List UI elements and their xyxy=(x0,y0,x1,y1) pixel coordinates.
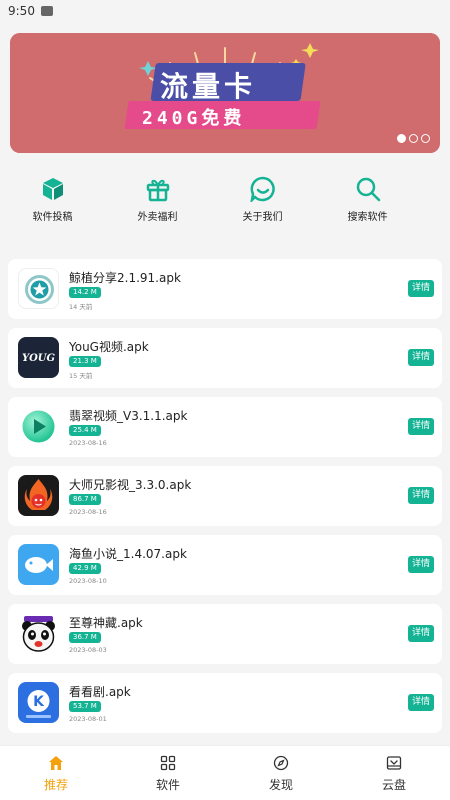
details-button[interactable]: 详情 xyxy=(408,487,434,504)
notification-icon xyxy=(40,6,53,16)
size-badge: 14.2 M xyxy=(69,287,101,298)
list-item[interactable]: 大师兄影视_3.3.0.apk 86.7 M 2023-08-16 详情 xyxy=(8,466,442,526)
banner-dot[interactable] xyxy=(409,134,418,143)
home-icon xyxy=(49,755,63,770)
details-button[interactable]: 详情 xyxy=(408,694,434,711)
status-bar: 9:50 xyxy=(0,0,450,22)
app-name: 看看剧.apk xyxy=(69,685,131,699)
quick-nav-submit[interactable]: 软件投稿 xyxy=(0,176,105,223)
size-badge: 21.3 M xyxy=(69,356,101,367)
tab-label: 发现 xyxy=(268,777,293,792)
tab-label: 云盘 xyxy=(381,777,406,792)
youg-logo-icon: YOUG xyxy=(18,337,59,378)
tab-discover[interactable]: 发现 xyxy=(225,746,337,800)
cloud-drive-icon xyxy=(386,755,402,770)
app-date: 14 天前 xyxy=(69,303,93,311)
svg-text:YOUG: YOUG xyxy=(22,353,56,364)
panda-icon xyxy=(18,613,59,654)
quick-nav-label: 软件投稿 xyxy=(32,212,73,223)
list-item[interactable]: 海鱼小说_1.4.07.apk 42.9 M 2023-08-10 详情 xyxy=(8,535,442,595)
cube-icon xyxy=(42,178,63,200)
list-item[interactable]: 至尊神藏.apk 36.7 M 2023-08-03 详情 xyxy=(8,604,442,664)
tab-label: 软件 xyxy=(155,777,180,792)
app-name: YouG视频.apk xyxy=(69,340,149,354)
app-date: 2023-08-16 xyxy=(69,508,107,516)
app-name: 至尊神藏.apk xyxy=(69,616,143,630)
size-badge: 42.9 M xyxy=(69,563,101,574)
quick-nav-label: 外卖福利 xyxy=(137,212,178,223)
fish-icon xyxy=(18,544,59,585)
app-name: 翡翠视频_V3.1.1.apk xyxy=(69,409,188,423)
details-button[interactable]: 详情 xyxy=(408,349,434,366)
bottom-tab-bar: 推荐 软件 发现 云盘 xyxy=(0,745,450,800)
app-date: 2023-08-16 xyxy=(69,439,107,447)
details-button[interactable]: 详情 xyxy=(408,556,434,573)
app-name: 海鱼小说_1.4.07.apk xyxy=(69,547,187,561)
details-button[interactable]: 详情 xyxy=(408,625,434,642)
app-date: 2023-08-10 xyxy=(69,577,107,585)
details-button[interactable]: 详情 xyxy=(408,280,434,297)
play-ball-icon xyxy=(18,406,59,447)
k-logo-icon: K xyxy=(18,682,59,723)
app-date: 15 天前 xyxy=(69,372,93,380)
quick-nav-takeout[interactable]: 外卖福利 xyxy=(105,176,210,223)
banner-subtitle: 240G免费 xyxy=(142,108,246,129)
tab-label: 推荐 xyxy=(43,777,68,792)
list-item[interactable]: 翡翠视频_V3.1.1.apk 25.4 M 2023-08-16 详情 xyxy=(8,397,442,457)
list-item[interactable]: 鲸植分享2.1.91.apk 14.2 M 14 天前 详情 xyxy=(8,259,442,319)
banner-dot[interactable] xyxy=(421,134,430,143)
quick-nav-about[interactable]: 关于我们 xyxy=(210,176,315,223)
size-badge: 25.4 M xyxy=(69,425,101,436)
status-time: 9:50 xyxy=(8,4,35,18)
banner-title: 流量卡 xyxy=(160,70,257,103)
quick-nav-search[interactable]: 搜索软件 xyxy=(315,176,420,223)
size-badge: 36.7 M xyxy=(69,632,101,643)
search-icon xyxy=(356,177,380,202)
promo-banner[interactable]: 流量卡 240G免费 xyxy=(10,33,440,153)
gift-icon xyxy=(146,179,169,202)
app-date: 2023-08-01 xyxy=(69,715,107,723)
banner-dot[interactable] xyxy=(397,134,406,143)
chat-smile-icon xyxy=(249,176,275,202)
svg-text:K: K xyxy=(33,694,45,710)
size-badge: 86.7 M xyxy=(69,494,101,505)
quick-nav: 软件投稿 外卖福利 关于我们 搜索软件 xyxy=(0,176,450,236)
list-item[interactable]: YOUG YouG视频.apk 21.3 M 15 天前 详情 xyxy=(8,328,442,388)
star-circle-icon xyxy=(18,268,59,309)
details-button[interactable]: 详情 xyxy=(408,418,434,435)
app-name: 大师兄影视_3.3.0.apk xyxy=(69,478,192,492)
size-badge: 53.7 M xyxy=(69,701,101,712)
app-date: 2023-08-03 xyxy=(69,646,107,654)
compass-icon xyxy=(273,755,289,770)
list-item[interactable]: K 看看剧.apk 53.7 M 2023-08-01 详情 xyxy=(8,673,442,733)
tab-cloud[interactable]: 云盘 xyxy=(338,746,450,800)
banner-pagination[interactable] xyxy=(397,134,430,143)
tab-recommend[interactable]: 推荐 xyxy=(0,746,112,800)
quick-nav-label: 搜索软件 xyxy=(347,212,388,223)
app-name: 鲸植分享2.1.91.apk xyxy=(69,271,181,285)
tab-software[interactable]: 软件 xyxy=(112,746,224,800)
monkey-flame-icon xyxy=(18,475,59,516)
quick-nav-label: 关于我们 xyxy=(242,212,283,223)
grid-icon xyxy=(160,755,176,770)
